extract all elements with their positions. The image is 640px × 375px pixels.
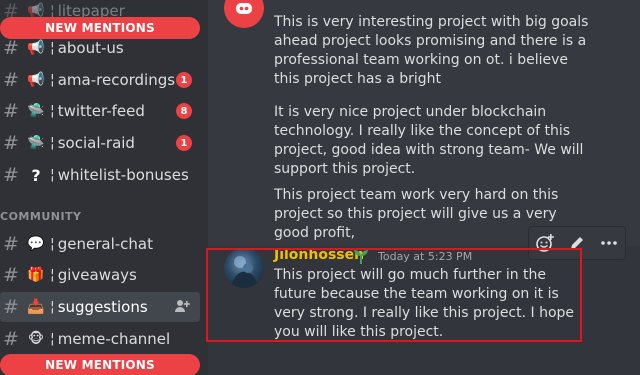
- hash-icon: #: [3, 164, 19, 186]
- new-mentions-banner-bottom[interactable]: NEW MENTIONS: [0, 354, 200, 375]
- channel-name: about-us: [57, 39, 124, 57]
- hash-icon: #: [3, 37, 19, 59]
- hash-icon: #: [3, 132, 19, 154]
- hash-icon: #: [3, 264, 19, 286]
- channel-name: suggestions: [57, 298, 148, 316]
- category-header[interactable]: COMMUNITY: [0, 210, 82, 223]
- message-text: This is very interesting project with bi…: [274, 14, 589, 87]
- channel-name: meme-channel: [57, 330, 171, 348]
- hash-icon: #: [3, 100, 19, 122]
- message-text: It is very nice project under blockchain…: [274, 104, 584, 177]
- mention-badge: 1: [176, 72, 192, 88]
- add-member-icon[interactable]: [174, 298, 190, 314]
- channel-name: general-chat: [57, 235, 153, 253]
- message-list: This is very interesting project with bi…: [206, 0, 640, 375]
- channel-sidebar: # 📢 ¦ litepaper NEW MENTIONS # 📢 ¦ about…: [0, 0, 208, 375]
- more-options-icon: [601, 241, 617, 245]
- channel-name: twitter-feed: [57, 102, 145, 120]
- mention-badge: 8: [176, 103, 192, 119]
- avatar[interactable]: [224, 0, 264, 28]
- channel-name: social-raid: [57, 134, 135, 152]
- channel-name: whitelist-bonuses: [57, 166, 189, 184]
- channel-name: ama-recordings: [57, 71, 176, 89]
- channel-suggestions[interactable]: # 📥 ¦ suggestions: [0, 292, 200, 322]
- megaphone-icon: 📢: [27, 72, 45, 88]
- mention-badge: 1: [176, 135, 192, 151]
- ufo-icon: 🛸: [27, 135, 45, 151]
- channel-about-us[interactable]: # 📢 ¦ about-us: [0, 33, 200, 63]
- channel-ama-recordings[interactable]: # 📢 ¦ ama-recordings 1: [0, 65, 200, 95]
- channel-social-raid[interactable]: # 🛸 ¦ social-raid 1: [0, 128, 200, 158]
- speech-bubble-icon: 💬: [27, 236, 45, 252]
- gift-icon: 🎁: [27, 267, 45, 283]
- channel-name: giveaways: [57, 266, 137, 284]
- question-icon: ?: [31, 165, 41, 185]
- hash-icon: #: [3, 69, 19, 91]
- megaphone-icon: 📢: [27, 40, 45, 56]
- channel-meme-channel[interactable]: # 🐵 ¦ meme-channel: [0, 324, 200, 354]
- monkey-icon: 🐵: [27, 331, 45, 347]
- inbox-icon: 📥: [27, 299, 45, 315]
- channel-giveaways[interactable]: # 🎁 ¦ giveaways: [0, 260, 200, 290]
- more-options-button[interactable]: [598, 232, 620, 254]
- hash-icon: #: [3, 296, 19, 318]
- ufo-icon: 🛸: [27, 103, 45, 119]
- channel-twitter-feed[interactable]: # 🛸 ¦ twitter-feed 8: [0, 96, 200, 126]
- hash-icon: #: [3, 328, 19, 350]
- annotation-highlight-box: [206, 248, 582, 342]
- channel-whitelist-bonuses[interactable]: # ? ¦ whitelist-bonuses: [0, 160, 200, 190]
- channel-general-chat[interactable]: # 💬 ¦ general-chat: [0, 229, 200, 259]
- discord-logo-icon: [236, 3, 252, 14]
- hash-icon: #: [3, 233, 19, 255]
